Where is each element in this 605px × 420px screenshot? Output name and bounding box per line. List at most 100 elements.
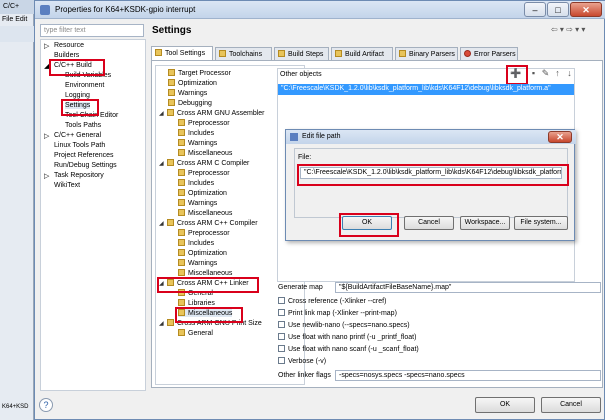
tree-item[interactable]: ◢ Cross ARM C Compiler [159,159,249,167]
nav-item-builders[interactable]: Builders [54,52,79,59]
nav-item-wikitext[interactable]: WikiText [54,182,80,189]
tree-item[interactable]: Includes [178,239,214,247]
background-eclipse-window [0,0,34,420]
checkbox-icon[interactable] [278,357,285,364]
tree-item[interactable]: Miscellaneous [178,269,232,277]
tab-label: Tool Settings [165,50,206,57]
nav-item-environment[interactable]: Environment [65,82,104,89]
checkbox-icon[interactable] [278,321,285,328]
checkbox-icon[interactable] [278,333,285,340]
checkbox-icon[interactable] [278,309,285,316]
collapse-icon[interactable]: ◢ [159,110,166,117]
nav-expand-general[interactable]: ▷ [44,132,49,140]
nav-item-run-debug-settings[interactable]: Run/Debug Settings [54,162,117,169]
nav-expand-resource[interactable]: ▷ [44,42,49,50]
tree-item[interactable]: Includes [178,179,214,187]
tree-item[interactable]: Miscellaneous [178,149,232,157]
tab-build-steps[interactable]: Build Steps [274,47,329,60]
tree-item[interactable]: Preprocessor [178,169,230,177]
properties-nav-tree: ▷ Resource Builders ◢ C/C++ Build Build … [40,39,146,391]
tree-item[interactable]: Debugging [168,99,212,107]
edit-file-path-close-button[interactable]: ✕ [548,131,572,143]
edit-icon[interactable]: ✎ [540,68,551,79]
checkbox-verbose[interactable]: Verbose (-v) [278,357,326,365]
background-status-project: K64+KSD [2,404,29,410]
tab-error-parsers[interactable]: Error Parsers [460,47,518,60]
checkbox-label: Use float with nano scanf (-u _scanf_flo… [288,346,419,353]
tree-item[interactable]: Optimization [178,189,227,197]
tree-item[interactable]: Warnings [168,89,207,97]
properties-dialog: Properties for K64+KSDK-gpio interrupt –… [34,0,605,420]
filter-input[interactable]: type filter text [40,24,144,37]
tree-item[interactable]: ◢ Cross ARM C++ Compiler [159,219,258,227]
settings-icon [178,209,185,216]
background-menu-bar[interactable]: File Edit [0,14,34,26]
tree-item[interactable]: Includes [178,129,214,137]
checkbox-icon[interactable] [278,345,285,352]
tab-toolchains[interactable]: Toolchains [215,47,272,60]
nav-item-project-references[interactable]: Project References [54,152,114,159]
cancel-button[interactable]: Cancel [541,397,601,413]
move-up-icon[interactable]: ↑ [552,68,563,79]
collapse-icon[interactable]: ◢ [159,160,166,167]
background-window-title: C/C+ [0,0,34,14]
tree-item[interactable]: Warnings [178,259,217,267]
tree-item[interactable]: ◢ Cross ARM GNU Assembler [159,109,265,117]
nav-item-tools-paths[interactable]: Tools Paths [65,122,101,129]
ok-button[interactable]: OK [475,397,535,413]
edit-file-path-dialog: Edit file path ✕ File: "C:\Freescale\KSD… [285,129,576,241]
nav-item-cpp-general[interactable]: C/C++ General [54,132,101,139]
minimize-button[interactable]: – [524,2,546,17]
help-icon[interactable]: ? [39,398,53,412]
history-nav-icons[interactable]: ⇦ ▾ ⇨ ▾ ▾ [551,25,585,34]
settings-icon [178,179,185,186]
tree-item[interactable]: Warnings [178,139,217,147]
close-button[interactable]: ✕ [570,2,602,17]
checkbox-print-link-map[interactable]: Print link map (-Xlinker --print-map) [278,309,397,317]
maximize-button[interactable]: □ [547,2,569,17]
tree-label: Warnings [188,260,218,267]
nav-item-linux-tools-path[interactable]: Linux Tools Path [54,142,105,149]
checkbox-label: Cross reference (-Xlinker --cref) [288,298,387,305]
tree-item[interactable]: Miscellaneous [178,209,232,217]
tree-label: Preprocessor [188,230,230,237]
tab-build-artifact[interactable]: Build Artifact [331,47,393,60]
nav-expand-task[interactable]: ▷ [44,172,49,180]
workspace-button[interactable]: Workspace... [460,216,510,230]
file-system-button[interactable]: File system... [514,216,568,230]
tree-item[interactable]: Warnings [178,199,217,207]
nav-item-task-repository[interactable]: Task Repository [54,172,104,179]
generate-map-field[interactable]: "${BuildArtifactFileBaseName}.map" [335,282,601,293]
tab-binary-parsers[interactable]: Binary Parsers [395,47,458,60]
tree-item[interactable]: Optimization [168,79,217,87]
add-workspace-icon[interactable]: ▪ [528,68,539,79]
checkbox-newlib-nano[interactable]: Use newlib-nano (--specs=nano.specs) [278,321,410,329]
tree-item[interactable]: Libraries [178,299,215,307]
tree-item[interactable]: Optimization [178,249,227,257]
nav-item-logging[interactable]: Logging [65,92,90,99]
tree-item[interactable]: Preprocessor [178,119,230,127]
tree-label: Optimization [178,80,217,87]
tree-item[interactable]: General [178,329,213,337]
checkbox-icon[interactable] [278,297,285,304]
checkbox-nano-printf[interactable]: Use float with nano printf (-u _printf_f… [278,333,416,341]
tree-label: Optimization [188,250,227,257]
collapse-icon[interactable]: ◢ [159,320,166,327]
tab-tool-settings[interactable]: Tool Settings [151,46,213,61]
tree-item[interactable]: Preprocessor [178,229,230,237]
tree-label: Cross ARM GNU Assembler [177,110,265,117]
tree-item[interactable]: Target Processor [168,69,231,77]
other-linker-flags-field[interactable]: -specs=nosys.specs -specs=nano.specs [335,370,601,381]
tree-label: Warnings [178,90,208,97]
checkbox-cross-reference[interactable]: Cross reference (-Xlinker --cref) [278,297,386,305]
checkbox-nano-scanf[interactable]: Use float with nano scanf (-u _scanf_flo… [278,345,419,353]
move-down-icon[interactable]: ↓ [564,68,575,79]
collapse-icon[interactable]: ◢ [159,220,166,227]
settings-icon [168,99,175,106]
other-object-selected-row[interactable]: "C:\Freescale\KSDK_1.2.0\lib\ksdk_platfo… [278,84,574,95]
settings-icon [178,299,185,306]
edit-path-cancel-button[interactable]: Cancel [404,216,454,230]
highlight-cpp-build [49,59,105,76]
settings-icon [178,269,185,276]
nav-item-resource[interactable]: Resource [54,42,84,49]
